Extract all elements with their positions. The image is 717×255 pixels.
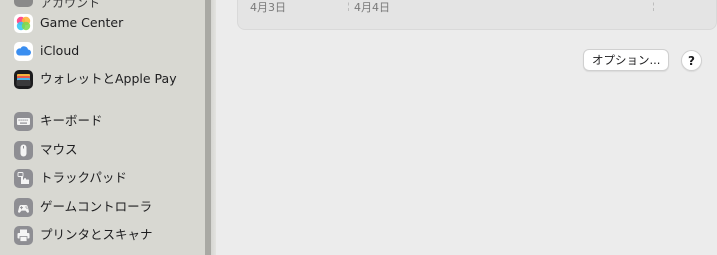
printer-icon <box>14 225 33 245</box>
account-icon <box>14 0 33 7</box>
date-label: 4月4日 <box>354 1 390 14</box>
sidebar-item-printer[interactable]: プリンタとスキャナ <box>14 223 204 247</box>
sidebar-item-label: Game Center <box>40 14 124 30</box>
main-content: 4月3日 4月4日 オプション... ? <box>216 0 717 255</box>
trackpad-icon <box>14 168 33 188</box>
usage-chart-panel: 4月3日 4月4日 <box>237 0 717 30</box>
sidebar-divider[interactable] <box>205 0 216 255</box>
game-center-icon <box>14 13 33 33</box>
mouse-icon <box>14 140 33 160</box>
options-button[interactable]: オプション... <box>583 49 670 71</box>
sidebar-item-keyboard[interactable]: キーボード <box>14 109 204 133</box>
sidebar-item-game-center[interactable]: Game Center <box>14 11 204 35</box>
sidebar-item-icloud[interactable]: iCloud <box>14 39 204 63</box>
wallet-icon <box>14 69 33 89</box>
sidebar-item-wallet[interactable]: ウォレットとApple Pay <box>14 67 204 91</box>
sidebar-item-label: ゲームコントローラ <box>40 198 153 214</box>
sidebar-item-label: トラックパッド <box>40 169 127 185</box>
sidebar-item-game-controller[interactable]: ゲームコントローラ <box>14 195 204 219</box>
sidebar: アカウント Game Center iCloud ウォレットとApple Pay… <box>0 0 205 255</box>
sidebar-item-label: キーボード <box>40 112 103 128</box>
sidebar-item-trackpad[interactable]: トラックパッド <box>14 166 204 190</box>
keyboard-icon <box>14 111 33 131</box>
date-gridline <box>348 0 349 11</box>
game-controller-icon <box>14 197 33 217</box>
sidebar-item-mouse[interactable]: マウス <box>14 138 204 162</box>
sidebar-item-partial-label[interactable]: アカウント <box>40 0 100 11</box>
help-button[interactable]: ? <box>681 50 702 71</box>
sidebar-item-label: プリンタとスキャナ <box>40 226 153 242</box>
sidebar-item-label: ウォレットとApple Pay <box>40 70 177 86</box>
sidebar-item-label: iCloud <box>40 42 80 58</box>
date-gridline <box>653 0 654 11</box>
icloud-icon <box>14 41 33 61</box>
date-label: 4月3日 <box>250 1 286 14</box>
sidebar-item-label: マウス <box>40 141 78 157</box>
